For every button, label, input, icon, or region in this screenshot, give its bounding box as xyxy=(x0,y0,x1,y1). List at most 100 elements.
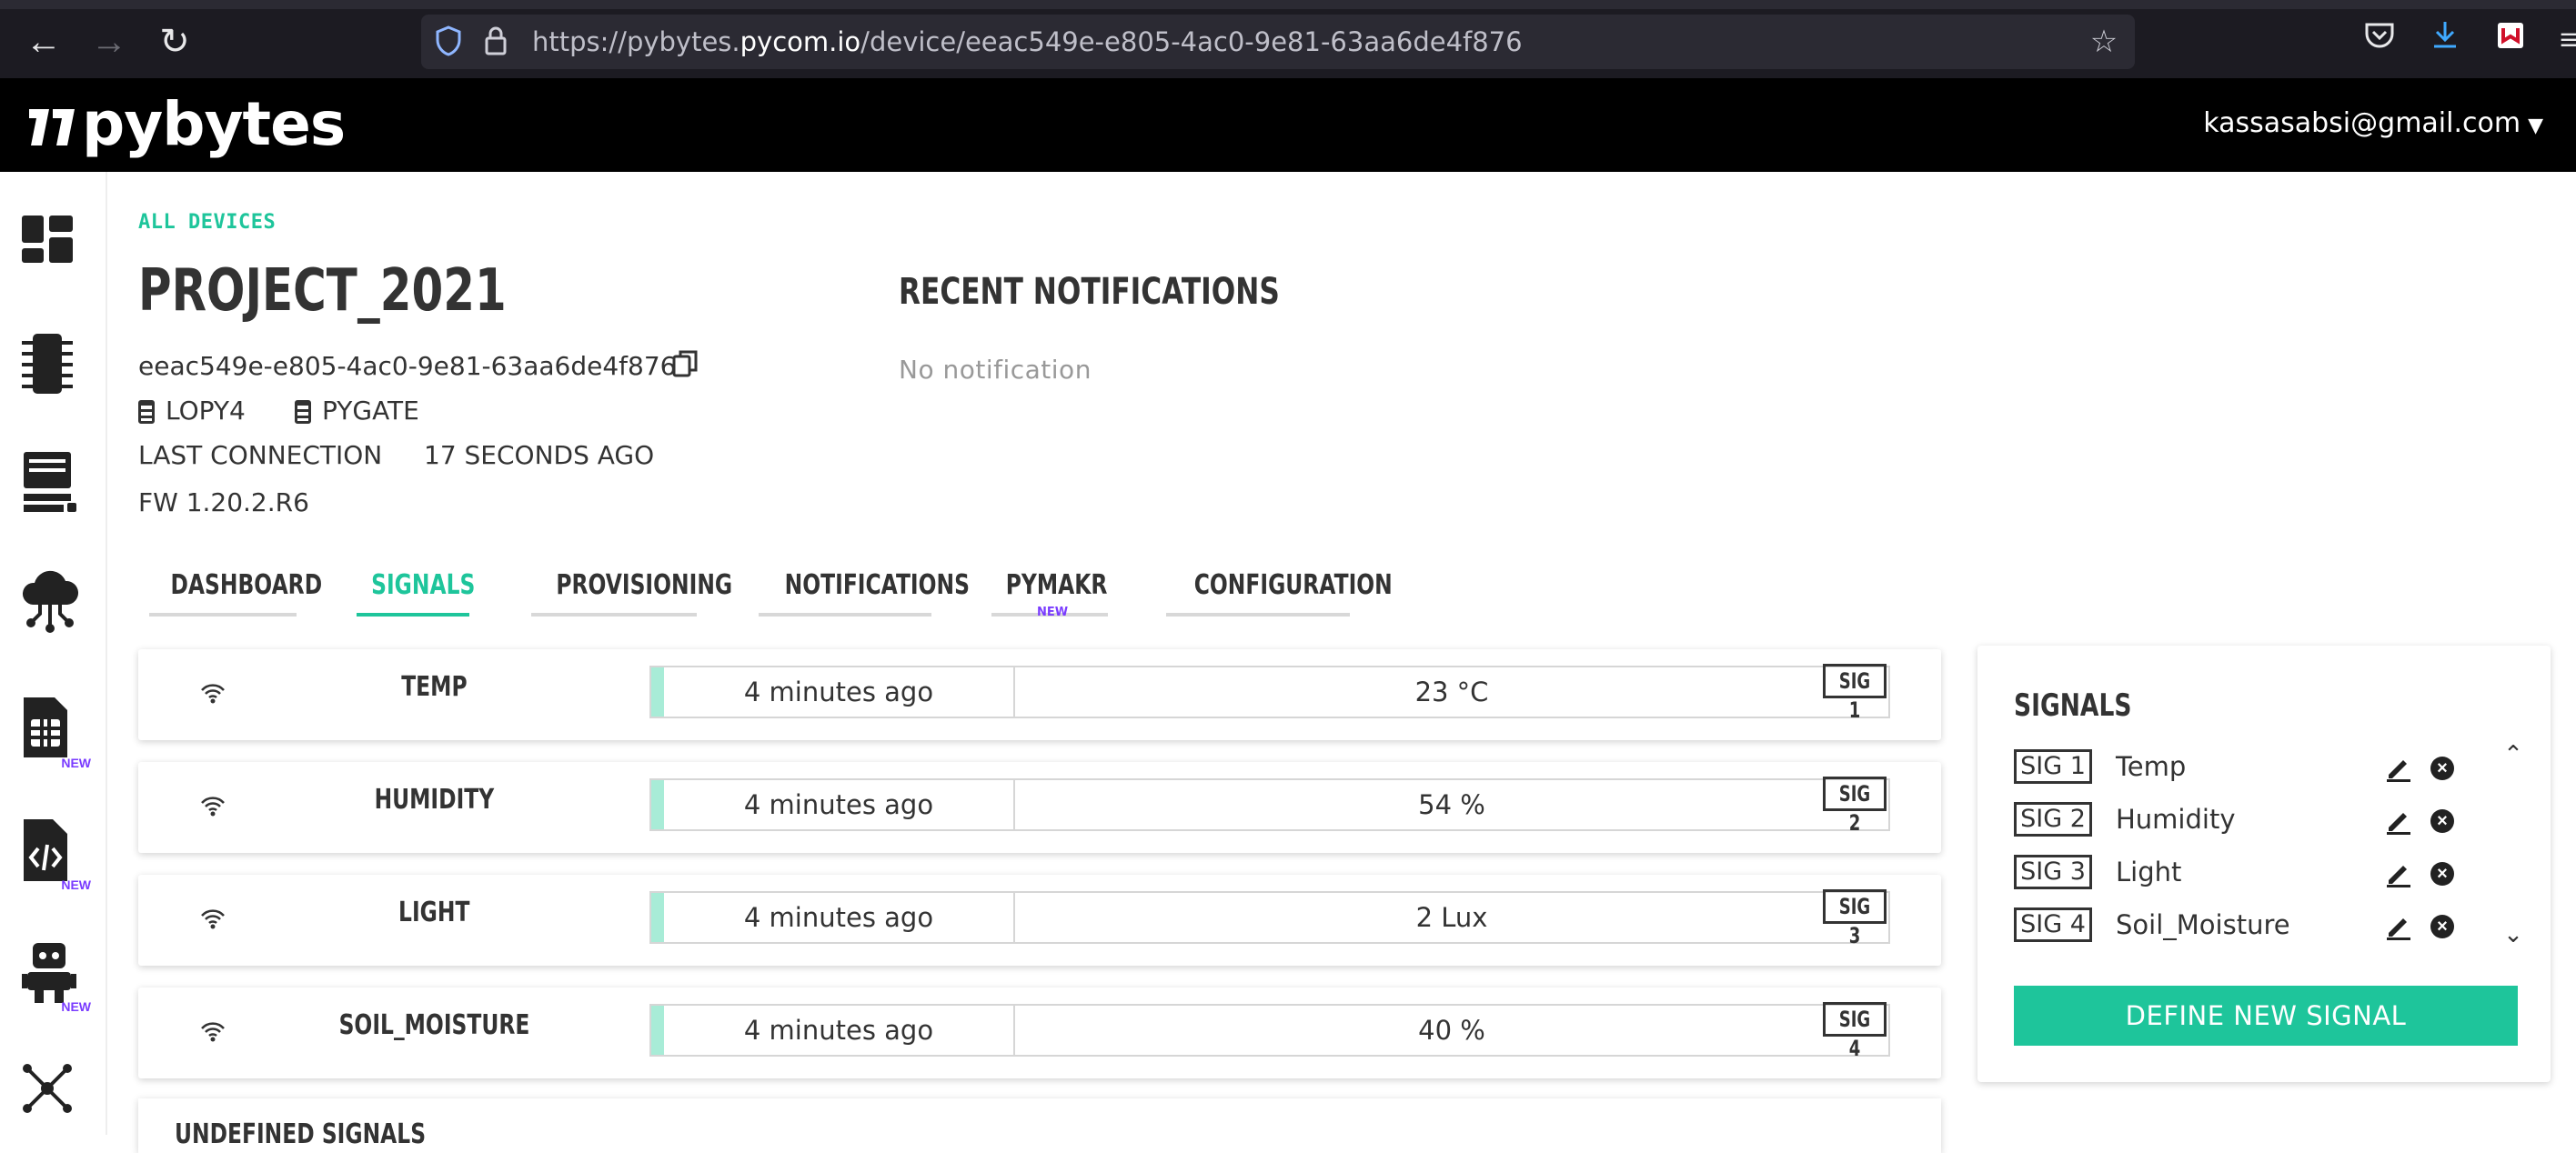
delete-icon[interactable]: × xyxy=(2430,862,2454,886)
forward-icon[interactable]: → xyxy=(87,20,131,64)
notifications-empty: No notification xyxy=(899,355,1092,385)
signal-list-item: SIG 1 Temp × xyxy=(2014,749,2469,786)
wifi-icon xyxy=(201,797,225,817)
signal-tag: SIG 2 xyxy=(1823,777,1887,836)
hardware-tag: PYGATE xyxy=(295,396,419,426)
signal-value-bar: 4 minutes ago 2 Lux xyxy=(649,891,1890,944)
signal-name: TEMP xyxy=(400,671,468,703)
tab-signals[interactable]: SIGNALS xyxy=(357,569,475,617)
robot-icon xyxy=(22,943,76,1003)
signal-tag: SIG 4 xyxy=(2014,907,2092,942)
address-bar[interactable]: https://pybytes.pycom.io/device/eeac549e… xyxy=(421,15,2135,69)
shield-icon[interactable] xyxy=(432,25,465,58)
sidebar-item-cloud[interactable] xyxy=(20,568,86,641)
device-id: eeac549e-e805-4ac0-9e81-63aa6de4f876 xyxy=(138,351,677,381)
signal-name: LIGHT xyxy=(397,897,470,928)
chip-icon xyxy=(295,400,311,424)
pybytes-logo-icon[interactable] xyxy=(25,105,78,149)
back-icon[interactable]: ← xyxy=(22,20,65,64)
delete-icon[interactable]: × xyxy=(2430,915,2454,938)
url-text[interactable]: https://pybytes.pycom.io/device/eeac549e… xyxy=(532,26,1523,57)
signal-accent xyxy=(651,667,664,717)
signal-accent xyxy=(651,780,664,829)
signal-row[interactable]: HUMIDITY 4 minutes ago 54 % SIG 2 xyxy=(138,762,1941,853)
tab-configuration[interactable]: CONFIGURATION xyxy=(1166,569,1393,617)
bookmark-star-icon[interactable]: ☆ xyxy=(2088,25,2120,58)
tab-notifications[interactable]: NOTIFICATIONS xyxy=(759,569,970,617)
define-new-signal-button[interactable]: DEFINE NEW SIGNAL xyxy=(2014,986,2518,1046)
signal-value-bar: 4 minutes ago 23 °C xyxy=(649,666,1890,718)
signal-value-bar: 4 minutes ago 40 % xyxy=(649,1004,1890,1057)
signal-tag: SIG 4 xyxy=(1823,1002,1887,1061)
signal-list-name: Humidity xyxy=(2116,804,2236,835)
new-badge: NEW xyxy=(1036,606,1069,619)
firmware-version: FW 1.20.2.R6 xyxy=(138,487,309,517)
logo-text[interactable]: pybytes xyxy=(82,89,346,159)
scroll-down-icon[interactable]: ⌄ xyxy=(2500,920,2527,947)
signal-list-name: Light xyxy=(2116,857,2182,887)
chevron-down-icon[interactable]: ▼ xyxy=(2528,115,2543,137)
download-icon[interactable] xyxy=(2423,18,2467,62)
signal-list-item: SIG 4 Soil_Moisture × xyxy=(2014,907,2469,944)
signal-time: 4 minutes ago xyxy=(664,780,1015,829)
sidebar-item-code[interactable]: NEW xyxy=(20,817,91,892)
wifi-icon xyxy=(201,1022,225,1042)
sidebar-item-devices[interactable] xyxy=(20,332,86,405)
sidebar-item-sim[interactable]: NEW xyxy=(20,696,91,770)
copy-icon[interactable] xyxy=(671,349,699,378)
signal-row[interactable]: TEMP 4 minutes ago 23 °C SIG 1 xyxy=(138,649,1941,740)
signal-list-name: Soil_Moisture xyxy=(2116,909,2290,940)
signal-tag: SIG 3 xyxy=(2014,855,2092,889)
pocket-icon[interactable] xyxy=(2358,18,2401,62)
sim-card-icon xyxy=(24,697,67,757)
scroll-up-icon[interactable]: ⌃ xyxy=(2500,740,2527,767)
reload-icon[interactable]: ↻ xyxy=(153,20,196,64)
signal-list-item: SIG 2 Humidity × xyxy=(2014,802,2469,838)
last-connection-value: 17 SECONDS AGO xyxy=(424,440,655,470)
signal-accent xyxy=(651,1006,664,1055)
signal-row[interactable]: LIGHT 4 minutes ago 2 Lux SIG 3 xyxy=(138,875,1941,966)
tab-provisioning[interactable]: PROVISIONING xyxy=(531,569,732,617)
signal-name: HUMIDITY xyxy=(374,784,494,816)
sidebar-item-robot[interactable]: NEW xyxy=(20,939,91,1014)
signal-list-item: SIG 3 Light × xyxy=(2014,855,2469,891)
edit-icon[interactable] xyxy=(2385,755,2412,782)
signal-value: 23 °C xyxy=(1414,677,1489,707)
signal-row[interactable]: SOIL_MOISTURE 4 minutes ago 40 % SIG 4 xyxy=(138,988,1941,1078)
user-email[interactable]: kassasabsi@gmail.com xyxy=(2203,107,2521,139)
signals-panel: SIGNALS ⌃ SIG 1 Temp × SIG 2 Humidity × … xyxy=(1977,646,2551,1082)
browser-toolbar: ← → ↻ https://pybytes.pycom.io/device/ee… xyxy=(0,0,2576,78)
delete-icon[interactable]: × xyxy=(2430,809,2454,833)
signal-name: SOIL_MOISTURE xyxy=(338,1009,529,1041)
undefined-signals-card: UNDEFINED SIGNALS xyxy=(138,1098,1941,1153)
cloud-network-icon xyxy=(22,570,79,633)
dashboard-icon xyxy=(22,216,73,263)
chip-icon xyxy=(138,400,155,424)
user-menu[interactable]: kassasabsi@gmail.com ▼ xyxy=(2203,107,2543,139)
extension-icon[interactable] xyxy=(2489,18,2532,62)
signals-panel-title: SIGNALS xyxy=(2014,687,2132,724)
tab-pymakr[interactable]: PYMAKRNEW xyxy=(991,569,1108,619)
sidebar-item-dashboard[interactable] xyxy=(20,214,86,286)
edit-icon[interactable] xyxy=(2385,807,2412,835)
breadcrumb-all-devices[interactable]: ALL DEVICES xyxy=(138,211,276,234)
new-badge: NEW xyxy=(61,877,91,892)
signal-value: 2 Lux xyxy=(1415,902,1488,933)
new-badge: NEW xyxy=(61,999,91,1014)
signal-time: 4 minutes ago xyxy=(664,893,1015,942)
sidebar-item-computer[interactable] xyxy=(20,450,86,523)
new-badge: NEW xyxy=(61,756,91,770)
lock-icon[interactable] xyxy=(479,25,512,58)
notifications-title: RECENT NOTIFICATIONS xyxy=(899,271,1280,313)
sidebar-item-network[interactable] xyxy=(20,1061,86,1134)
menu-icon[interactable]: ≡ xyxy=(2547,18,2576,62)
signal-accent xyxy=(651,893,664,942)
wifi-icon xyxy=(201,684,225,704)
tab-dashboard[interactable]: DASHBOARD xyxy=(149,569,322,617)
last-connection-label: LAST CONNECTION xyxy=(138,440,383,470)
signal-value: 54 % xyxy=(1418,789,1485,820)
edit-icon[interactable] xyxy=(2385,860,2412,887)
delete-icon[interactable]: × xyxy=(2430,757,2454,780)
edit-icon[interactable] xyxy=(2385,913,2412,940)
signal-tag: SIG 2 xyxy=(2014,802,2092,837)
